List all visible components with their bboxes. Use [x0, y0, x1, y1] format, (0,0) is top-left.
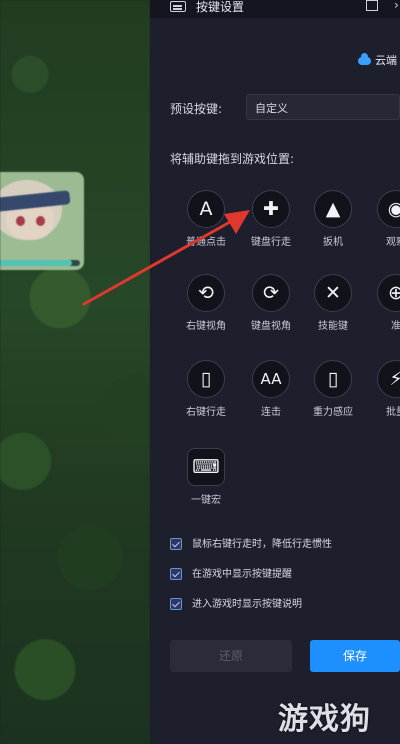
- option-show-instructions[interactable]: 进入游戏时显示按键说明: [170, 595, 302, 610]
- preset-label: 预设按键:: [170, 102, 223, 116]
- key-label: 一键宏: [191, 495, 221, 506]
- key-label: 观察: [386, 237, 400, 248]
- key-keyboard-view[interactable]: ⟳ 键盘视角: [239, 274, 303, 332]
- key-gravity[interactable]: ▯ 重力感应: [301, 360, 365, 418]
- panel-titlebar: 按键设置 ›: [150, 0, 400, 18]
- save-button[interactable]: 保存: [310, 640, 400, 672]
- more-icon[interactable]: ›: [394, 0, 399, 12]
- key-keyboard-walk[interactable]: ✚ 键盘行走: [239, 190, 303, 248]
- character-eye: [36, 216, 45, 226]
- drag-hint: 将辅助键拖到游戏位置:: [170, 152, 295, 166]
- macro-icon: ⌨: [187, 448, 225, 486]
- bullet-icon: ▲: [314, 190, 352, 228]
- option-reduce-inertia[interactable]: 鼠标右键行走时，降低行走惯性: [170, 535, 332, 550]
- option-label: 在游戏中显示按键提醒: [192, 569, 292, 580]
- key-label: 扳机: [323, 237, 343, 248]
- tap-icon: A: [187, 190, 225, 228]
- eye-icon: ◉: [377, 190, 400, 228]
- character-portrait: [0, 172, 84, 270]
- checkbox-checked-icon[interactable]: [170, 568, 182, 580]
- mouse-rotate-icon: ⟲: [187, 274, 225, 312]
- key-label: 普通点击: [186, 237, 226, 248]
- key-tap[interactable]: A 普通点击: [174, 190, 238, 248]
- game-dim-overlay: [0, 0, 150, 744]
- preset-select[interactable]: 自定义: [246, 94, 400, 120]
- key-batch[interactable]: ⚡ 批量: [364, 360, 400, 418]
- cloud-sync-button[interactable]: 云端: [358, 52, 397, 68]
- key-skill[interactable]: ✕ 技能键: [301, 274, 365, 332]
- keyboard-rotate-icon: ⟳: [252, 274, 290, 312]
- mouse-icon: ▯: [187, 360, 225, 398]
- cloud-icon: [358, 53, 371, 65]
- window-icon[interactable]: [366, 0, 378, 11]
- restore-button[interactable]: 还原: [170, 640, 292, 672]
- key-observe[interactable]: ◉ 观察: [364, 190, 400, 248]
- option-label: 鼠标右键行走时，降低行走惯性: [192, 539, 332, 550]
- keyboard-icon: [170, 1, 186, 12]
- lightning-icon: ⚡: [377, 360, 400, 398]
- crosshair-icon: ⊕: [377, 274, 400, 312]
- key-label: 连击: [261, 407, 281, 418]
- key-combo[interactable]: AA 连击: [239, 360, 303, 418]
- key-aim[interactable]: ⊕ 准: [364, 274, 400, 332]
- watermark-logo: 游戏狗: [278, 702, 371, 737]
- key-mouse-view[interactable]: ⟲ 右键视角: [174, 274, 238, 332]
- character-eye: [16, 216, 25, 226]
- key-label: 键盘行走: [251, 237, 291, 248]
- key-trigger[interactable]: ▲ 扳机: [301, 190, 365, 248]
- character-health-bar: [0, 260, 80, 266]
- key-mouse-walk[interactable]: ▯ 右键行走: [174, 360, 238, 418]
- checkbox-checked-icon[interactable]: [170, 598, 182, 610]
- key-label: 右键行走: [186, 407, 226, 418]
- key-label: 右键视角: [186, 321, 226, 332]
- game-viewport: [0, 0, 150, 744]
- key-label: 技能键: [318, 321, 348, 332]
- crossed-swords-icon: ✕: [314, 274, 352, 312]
- key-macro[interactable]: ⌨ 一键宏: [174, 448, 238, 506]
- cloud-label: 云端: [375, 54, 397, 67]
- key-label: 准: [391, 321, 400, 332]
- dpad-icon: ✚: [252, 190, 290, 228]
- checkbox-checked-icon[interactable]: [170, 538, 182, 550]
- key-settings-panel: 按键设置 › 云端 预设按键: 自定义 将辅助键拖到游戏位置: A 普通点击 ✚…: [150, 0, 400, 744]
- key-label: 键盘视角: [251, 321, 291, 332]
- option-label: 进入游戏时显示按键说明: [192, 599, 302, 610]
- phone-tilt-icon: ▯: [314, 360, 352, 398]
- panel-title: 按键设置: [196, 0, 245, 14]
- key-label: 重力感应: [313, 407, 353, 418]
- combo-icon: AA: [252, 360, 290, 398]
- option-show-reminder[interactable]: 在游戏中显示按键提醒: [170, 565, 292, 580]
- health-fill: [0, 260, 72, 266]
- key-label: 批量: [386, 407, 400, 418]
